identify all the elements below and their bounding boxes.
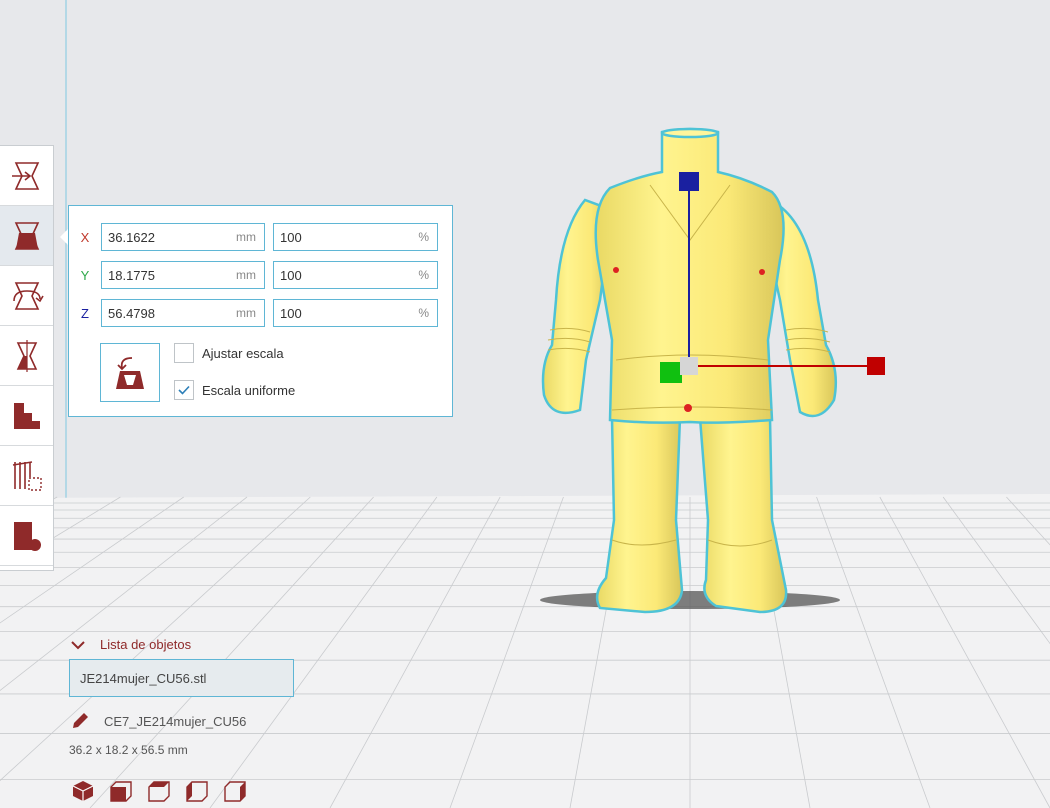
- x-axis-label: X: [80, 229, 90, 245]
- front-view-button[interactable]: [110, 779, 148, 803]
- reset-scale-button[interactable]: [100, 343, 160, 402]
- rotate-tool-button[interactable]: [0, 266, 53, 326]
- scale-tool-button[interactable]: [0, 206, 53, 266]
- y-scale-row: Y 18.1775 mm 100 %: [69, 260, 438, 290]
- rotate-tool-icon: [12, 281, 44, 310]
- view-buttons: [72, 779, 262, 803]
- mirror-tool-icon: [16, 339, 37, 372]
- object-list-toggle[interactable]: Lista de objetos: [70, 637, 191, 652]
- tool-sidebar: [0, 145, 54, 571]
- y-axis-label: Y: [80, 267, 90, 283]
- z-size-input[interactable]: 56.4798 mm: [101, 299, 265, 327]
- right-view-button[interactable]: [224, 779, 262, 803]
- 3d-view-icon: [72, 781, 94, 801]
- custom-support-button[interactable]: [0, 506, 53, 566]
- per-model-settings-icon: [13, 402, 40, 429]
- support-blocker-icon: [12, 460, 42, 491]
- object-name-label: CE7_JE214mujer_CU56: [104, 713, 247, 729]
- checkmark-icon: [178, 385, 190, 395]
- support-blocker-button[interactable]: [0, 446, 53, 506]
- y-percent-input[interactable]: 100 %: [273, 261, 438, 289]
- per-model-settings-button[interactable]: [0, 386, 53, 446]
- pencil-icon[interactable]: [70, 711, 90, 731]
- custom-support-icon: [13, 521, 41, 551]
- mirror-tool-button[interactable]: [0, 326, 53, 386]
- z-percent-input[interactable]: 100 %: [273, 299, 438, 327]
- reset-scale-icon: [116, 356, 144, 389]
- y-size-input[interactable]: 18.1775 mm: [101, 261, 265, 289]
- uniform-scale-option[interactable]: Escala uniforme: [174, 380, 295, 400]
- object-list-item[interactable]: JE214mujer_CU56.stl: [69, 659, 294, 697]
- front-view-icon: [110, 781, 132, 802]
- move-tool-icon: [11, 161, 39, 190]
- scale-panel: X 36.1622 mm 100 % Y 18.1775 mm 100 % Z …: [68, 205, 453, 417]
- left-view-button[interactable]: [186, 779, 224, 803]
- z-axis-label: Z: [81, 305, 89, 321]
- x-scale-row: X 36.1622 mm 100 %: [69, 222, 438, 252]
- uniform-scale-label: Escala uniforme: [202, 382, 296, 398]
- object-list-title: Lista de objetos: [100, 637, 192, 652]
- x-size-input[interactable]: 36.1622 mm: [101, 223, 265, 251]
- right-view-icon: [224, 781, 246, 802]
- 3d-view-button[interactable]: [72, 779, 110, 803]
- move-tool-button[interactable]: [0, 146, 53, 206]
- fit-scale-checkbox[interactable]: [174, 343, 194, 363]
- x-percent-input[interactable]: 100 %: [273, 223, 438, 251]
- fit-scale-label: Ajustar escala: [202, 345, 284, 361]
- uniform-scale-checkbox[interactable]: [174, 380, 194, 400]
- chevron-down-icon: [71, 640, 85, 649]
- top-view-icon: [148, 781, 170, 802]
- object-dimensions: 36.2 x 18.2 x 56.5 mm: [69, 743, 188, 757]
- scale-tool-icon: [14, 221, 39, 250]
- z-scale-row: Z 56.4798 mm 100 %: [69, 298, 438, 328]
- left-view-icon: [186, 781, 208, 802]
- top-view-button[interactable]: [148, 779, 186, 803]
- object-name-row[interactable]: CE7_JE214mujer_CU56: [70, 711, 246, 731]
- fit-scale-option[interactable]: Ajustar escala: [174, 343, 284, 363]
